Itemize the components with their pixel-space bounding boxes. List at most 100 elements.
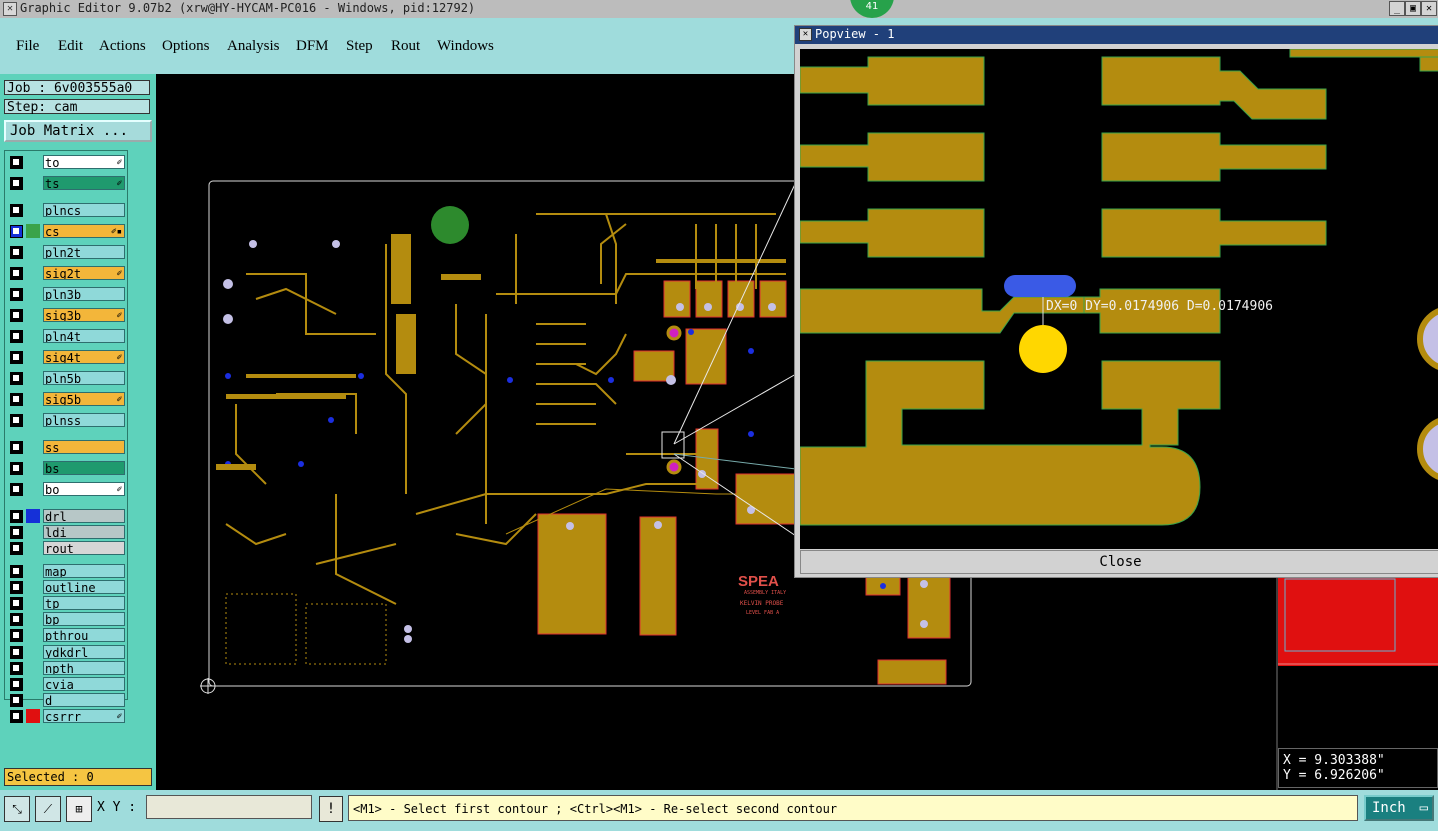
layer-row-drl[interactable]: drl	[7, 509, 127, 523]
layer-name[interactable]: outline	[43, 579, 125, 594]
layer-name[interactable]: bs	[43, 461, 125, 475]
layer-name[interactable]: bo ✐	[43, 482, 125, 496]
layer-color-swatch[interactable]	[26, 693, 40, 707]
layer-color-swatch[interactable]	[26, 509, 40, 523]
layer-name[interactable]: to ✐	[43, 155, 125, 169]
layer-color-swatch[interactable]	[26, 482, 40, 496]
layer-color-swatch[interactable]	[26, 541, 40, 555]
layer-row-pln2t[interactable]: pln2t	[7, 245, 127, 259]
menu-edit[interactable]: Edit	[58, 38, 83, 55]
layer-name[interactable]: ldi	[43, 525, 125, 540]
layer-name[interactable]: csrrr ✐	[43, 709, 125, 724]
zoom-fit-icon[interactable]: ⤡	[4, 796, 30, 822]
layer-row-ts[interactable]: ts ✐	[7, 176, 127, 190]
layer-name[interactable]: pln2t	[43, 245, 125, 259]
layer-row-plncs[interactable]: plncs	[7, 203, 127, 217]
layer-row-npth[interactable]: npth	[7, 660, 127, 675]
layer-checkbox[interactable]	[10, 393, 23, 406]
layer-color-swatch[interactable]	[26, 709, 40, 724]
layer-checkbox[interactable]	[10, 156, 23, 169]
layer-name[interactable]: cvia	[43, 677, 125, 691]
layer-color-swatch[interactable]	[26, 308, 40, 322]
layer-row-ss[interactable]: ss	[7, 440, 127, 454]
layer-color-swatch[interactable]	[26, 677, 40, 691]
layer-color-swatch[interactable]	[26, 564, 40, 578]
layer-color-swatch[interactable]	[26, 525, 40, 539]
layer-name[interactable]: sig5b ✐	[43, 392, 125, 406]
restore-button[interactable]: ▣	[1405, 1, 1421, 16]
layer-name[interactable]: sig3b ✐	[43, 308, 125, 322]
layer-row-cvia[interactable]: cvia	[7, 677, 127, 691]
menu-dfm[interactable]: DFM	[296, 38, 329, 55]
layer-name[interactable]: ydkdrl	[43, 644, 125, 659]
layer-name[interactable]: pln4t	[43, 329, 125, 343]
layer-checkbox[interactable]	[10, 661, 23, 675]
layer-row-tp[interactable]: tp	[7, 596, 127, 610]
layer-color-swatch[interactable]	[26, 371, 40, 385]
layer-row-bo[interactable]: bo ✐	[7, 482, 127, 496]
layer-color-swatch[interactable]	[26, 287, 40, 301]
layer-row-outline[interactable]: outline	[7, 579, 127, 594]
job-matrix-button[interactable]: Job Matrix ...	[4, 120, 152, 142]
layer-name[interactable]: map	[43, 563, 125, 578]
layer-color-swatch[interactable]	[26, 612, 40, 626]
layer-name[interactable]: bp	[43, 612, 125, 627]
layer-checkbox[interactable]	[10, 564, 23, 578]
layer-row-ldi[interactable]: ldi	[7, 525, 127, 540]
layer-row-pln3b[interactable]: pln3b	[7, 287, 127, 301]
minimize-button[interactable]: _	[1389, 1, 1405, 16]
layer-row-map[interactable]: map	[7, 563, 127, 578]
layer-color-swatch[interactable]	[26, 440, 40, 454]
layer-checkbox[interactable]	[10, 330, 23, 343]
menu-actions[interactable]: Actions	[99, 38, 146, 55]
layer-row-sig5b[interactable]: sig5b ✐	[7, 392, 127, 406]
popview-close-icon[interactable]: ✕	[799, 28, 812, 41]
layer-checkbox[interactable]	[10, 351, 23, 364]
layer-color-swatch[interactable]	[26, 596, 40, 610]
layer-row-to[interactable]: to ✐	[7, 155, 127, 169]
layer-row-sig4t[interactable]: sig4t ✐	[7, 350, 127, 364]
layer-checkbox[interactable]	[10, 177, 23, 190]
layer-row-d[interactable]: d	[7, 693, 127, 708]
layer-checkbox[interactable]	[10, 613, 23, 627]
layer-checkbox[interactable]	[10, 246, 23, 259]
layer-checkbox[interactable]	[10, 288, 23, 301]
layer-color-swatch[interactable]	[26, 266, 40, 280]
layer-checkbox[interactable]	[10, 710, 23, 724]
layer-name[interactable]: pln3b	[43, 287, 125, 301]
layer-checkbox[interactable]	[10, 204, 23, 217]
layer-color-swatch[interactable]	[26, 580, 40, 594]
layer-checkbox[interactable]	[10, 483, 23, 496]
layer-checkbox[interactable]	[10, 694, 23, 708]
layer-checkbox[interactable]	[10, 309, 23, 322]
menu-analysis[interactable]: Analysis	[227, 38, 280, 55]
layer-checkbox[interactable]	[10, 597, 23, 610]
layer-row-pln5b[interactable]: pln5b	[7, 371, 127, 385]
menu-file[interactable]: File	[16, 38, 39, 55]
menu-windows[interactable]: Windows	[437, 38, 494, 55]
popview-close-button[interactable]: Close	[800, 550, 1438, 574]
layer-row-plnss[interactable]: plnss	[7, 413, 127, 427]
layer-row-cs[interactable]: cs ✐▪	[7, 224, 127, 238]
layer-checkbox[interactable]	[10, 645, 23, 659]
layer-name[interactable]: sig4t ✐	[43, 350, 125, 364]
layer-name[interactable]: tp	[43, 596, 125, 610]
layer-row-sig3b[interactable]: sig3b ✐	[7, 308, 127, 322]
layer-color-swatch[interactable]	[26, 329, 40, 343]
layer-row-bp[interactable]: bp	[7, 612, 127, 627]
xy-input[interactable]	[146, 795, 312, 819]
layer-name[interactable]: cs ✐▪	[43, 224, 125, 238]
layer-checkbox[interactable]	[10, 510, 23, 523]
execute-button[interactable]: !	[319, 796, 343, 822]
layer-name[interactable]: plncs	[43, 203, 125, 217]
layer-color-swatch[interactable]	[26, 245, 40, 259]
layer-name[interactable]: d	[43, 693, 125, 708]
menu-rout[interactable]: Rout	[391, 38, 420, 55]
layer-checkbox[interactable]	[10, 462, 23, 475]
popview-canvas[interactable]: DX=0 DY=0.0174906 D=0.0174906	[800, 49, 1438, 549]
layer-checkbox[interactable]	[10, 225, 23, 238]
layer-color-swatch[interactable]	[26, 203, 40, 217]
menu-step[interactable]: Step	[346, 38, 373, 55]
layer-row-pln4t[interactable]: pln4t	[7, 329, 127, 343]
layer-color-swatch[interactable]	[26, 413, 40, 427]
